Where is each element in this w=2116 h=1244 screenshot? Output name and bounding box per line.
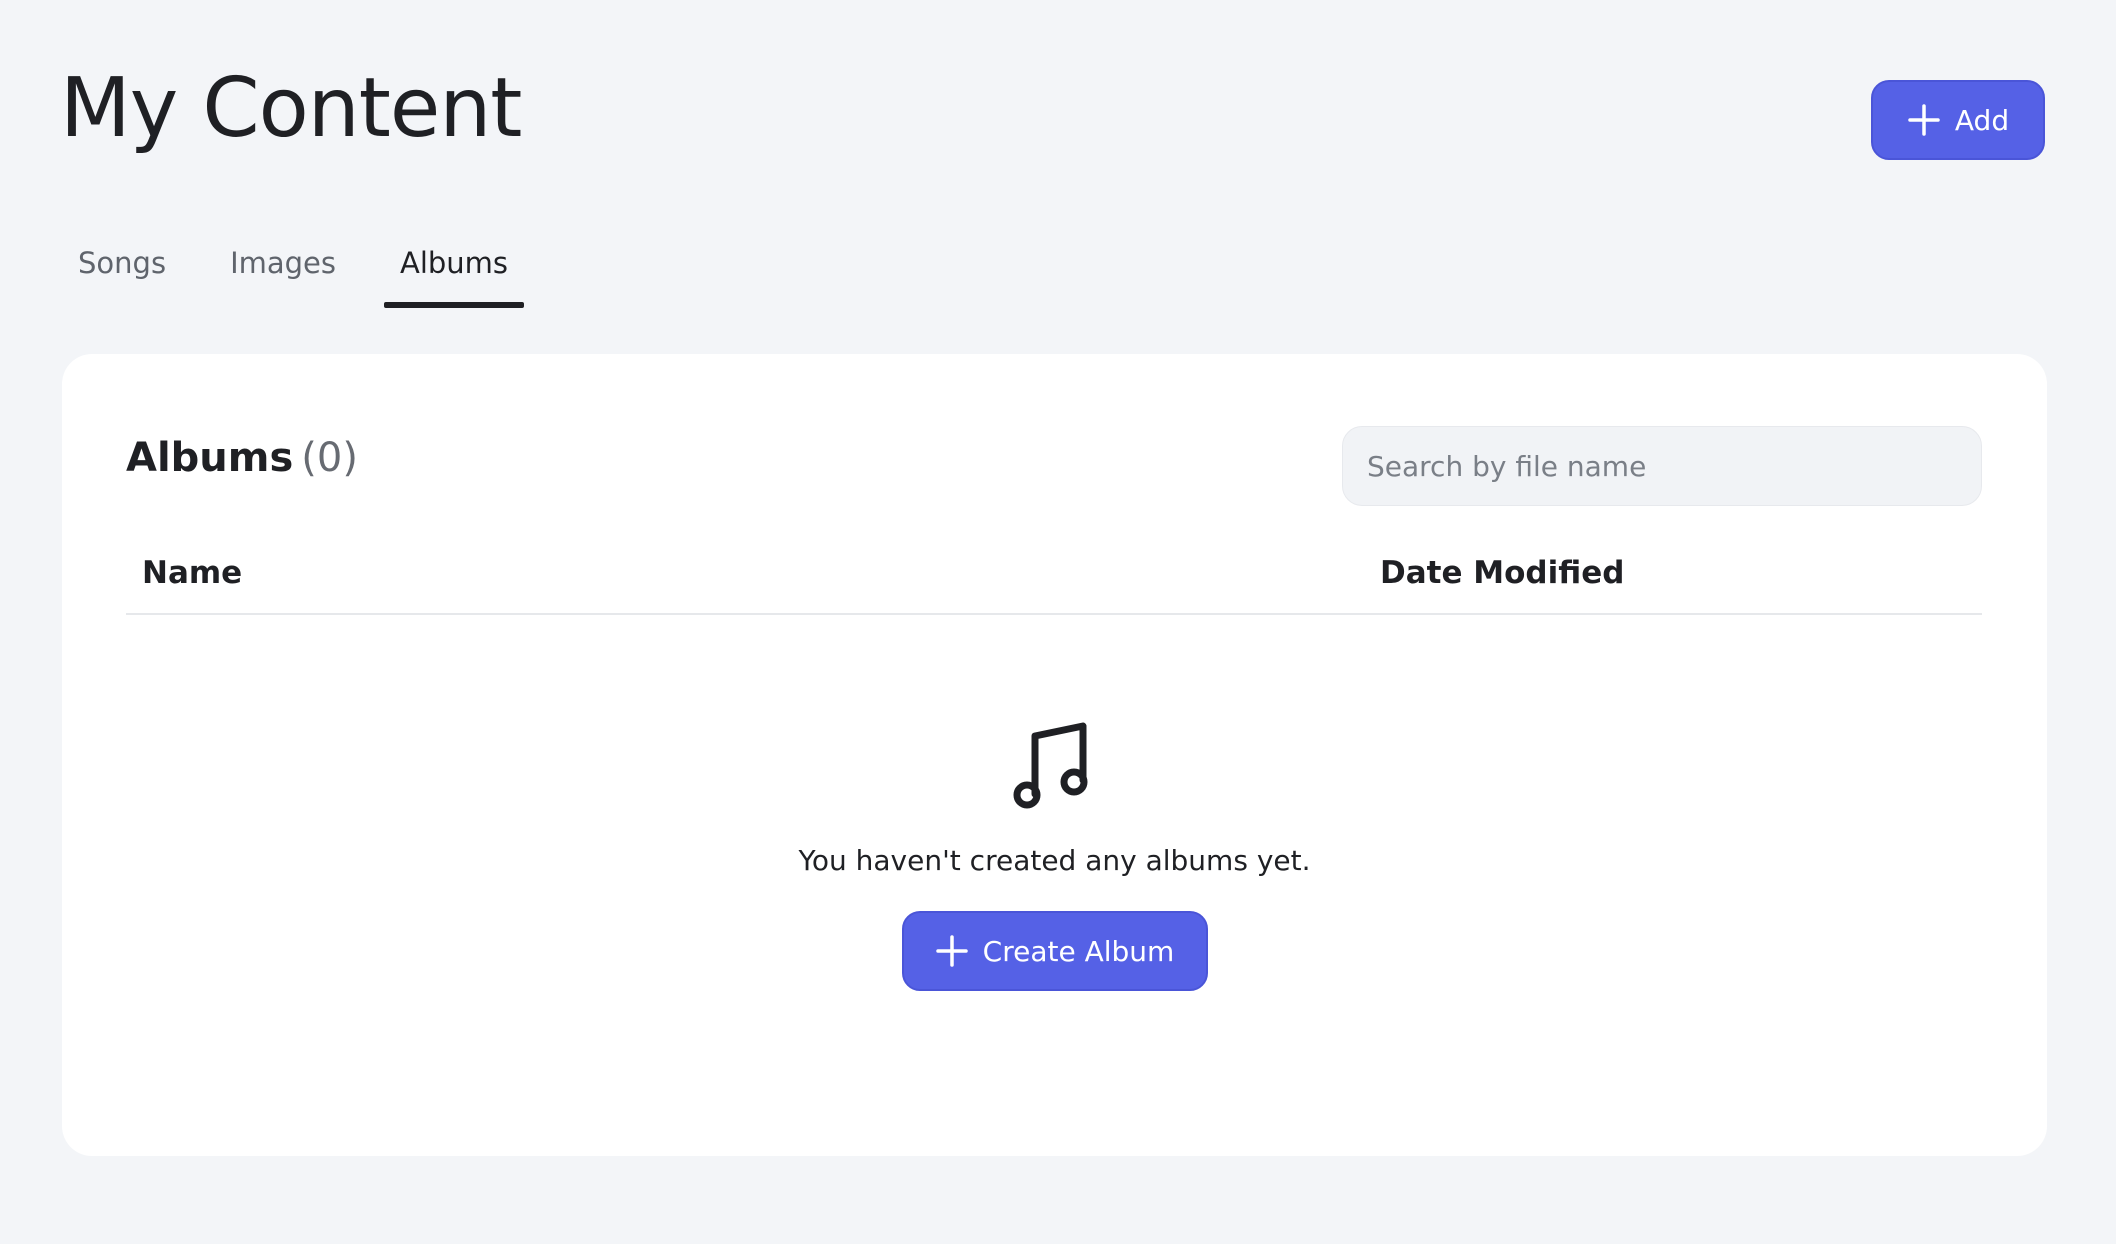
tab-songs[interactable]: Songs <box>62 242 182 308</box>
add-button[interactable]: Add <box>1871 80 2045 160</box>
albums-card: Albums(0) Name Date Modified You haven't… <box>62 354 2047 1156</box>
column-header-date-modified[interactable]: Date Modified <box>1380 555 1624 591</box>
create-album-label: Create Album <box>982 934 1175 968</box>
music-note-icon <box>1013 722 1097 810</box>
search-input[interactable] <box>1342 426 1982 506</box>
plus-icon <box>1907 103 1941 137</box>
tab-albums[interactable]: Albums <box>384 242 525 308</box>
albums-count: (0) <box>301 435 358 481</box>
empty-state-message: You haven't created any albums yet. <box>798 844 1311 877</box>
plus-icon <box>935 934 969 968</box>
content-tabs: Songs Images Albums <box>62 242 556 308</box>
add-button-label: Add <box>1954 103 2010 137</box>
albums-heading-label: Albums <box>126 435 294 481</box>
tab-images[interactable]: Images <box>214 242 352 308</box>
create-album-button[interactable]: Create Album <box>901 911 1208 991</box>
empty-state: You haven't created any albums yet. Crea… <box>62 722 2047 991</box>
column-header-name[interactable]: Name <box>142 555 242 591</box>
table-header: Name Date Modified <box>126 549 1982 615</box>
albums-heading: Albums (0) <box>126 438 358 478</box>
page-title: My Content <box>60 61 522 156</box>
